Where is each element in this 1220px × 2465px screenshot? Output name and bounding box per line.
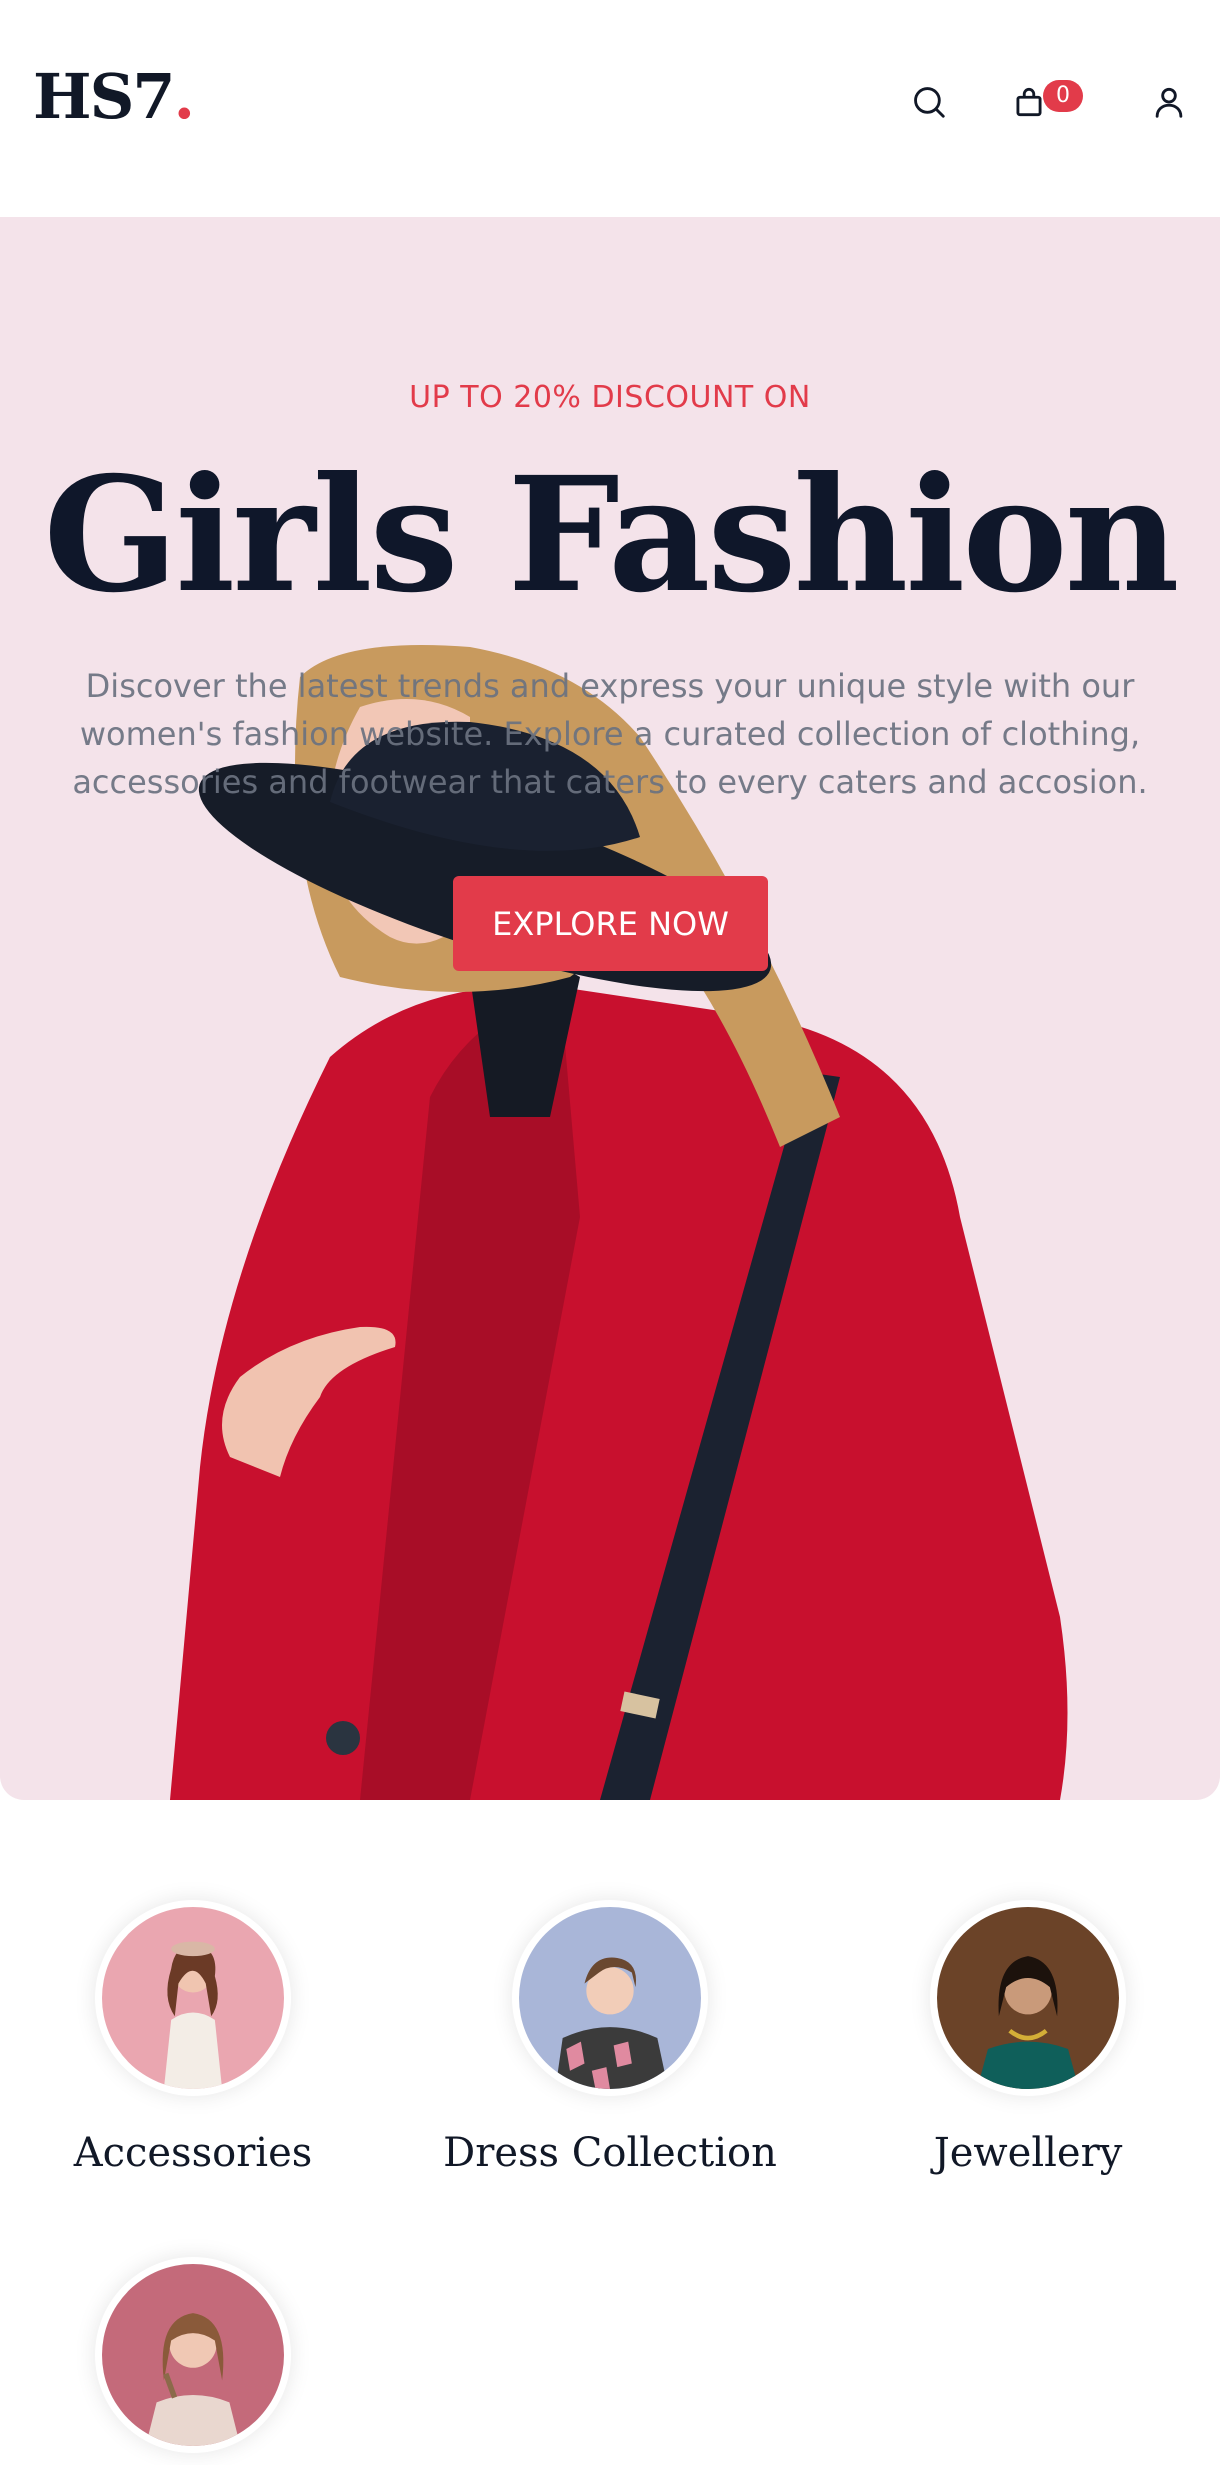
logo-dot: . [173, 60, 196, 133]
accessories-photo [102, 1907, 284, 2089]
hero-banner: UP TO 20% DISCOUNT ON Girls Fashion Disc… [0, 217, 1220, 1800]
category-image [930, 1900, 1126, 2096]
category-accessories[interactable]: Accessories [0, 1900, 403, 2176]
hero-title: Girls Fashion [43, 443, 1179, 628]
category-label: Jewellery [933, 2130, 1123, 2176]
category-image [512, 1900, 708, 2096]
dress-collection-photo [519, 1907, 701, 2089]
category-image [95, 2257, 291, 2453]
category-dress-collection[interactable]: Dress Collection [400, 1900, 820, 2176]
site-header: HS7. 0 [0, 0, 1220, 217]
user-icon[interactable] [1145, 78, 1193, 126]
category-image [95, 1900, 291, 2096]
category-beauty[interactable] [0, 2257, 403, 2465]
category-label: Dress Collection [443, 2130, 777, 2176]
beauty-photo [102, 2264, 284, 2446]
hero-description: Discover the latest trends and express y… [72, 667, 1148, 801]
cart-count-badge: 0 [1043, 80, 1083, 112]
category-label: Accessories [73, 2130, 313, 2176]
explore-now-button[interactable]: EXPLORE NOW [453, 876, 768, 971]
logo-text: HS7 [33, 60, 175, 133]
search-icon[interactable] [905, 78, 953, 126]
jewellery-photo [937, 1907, 1119, 2089]
logo[interactable]: HS7. [33, 66, 195, 128]
hero-subheading: UP TO 20% DISCOUNT ON [409, 380, 811, 415]
category-jewellery[interactable]: Jewellery [818, 1900, 1220, 2176]
